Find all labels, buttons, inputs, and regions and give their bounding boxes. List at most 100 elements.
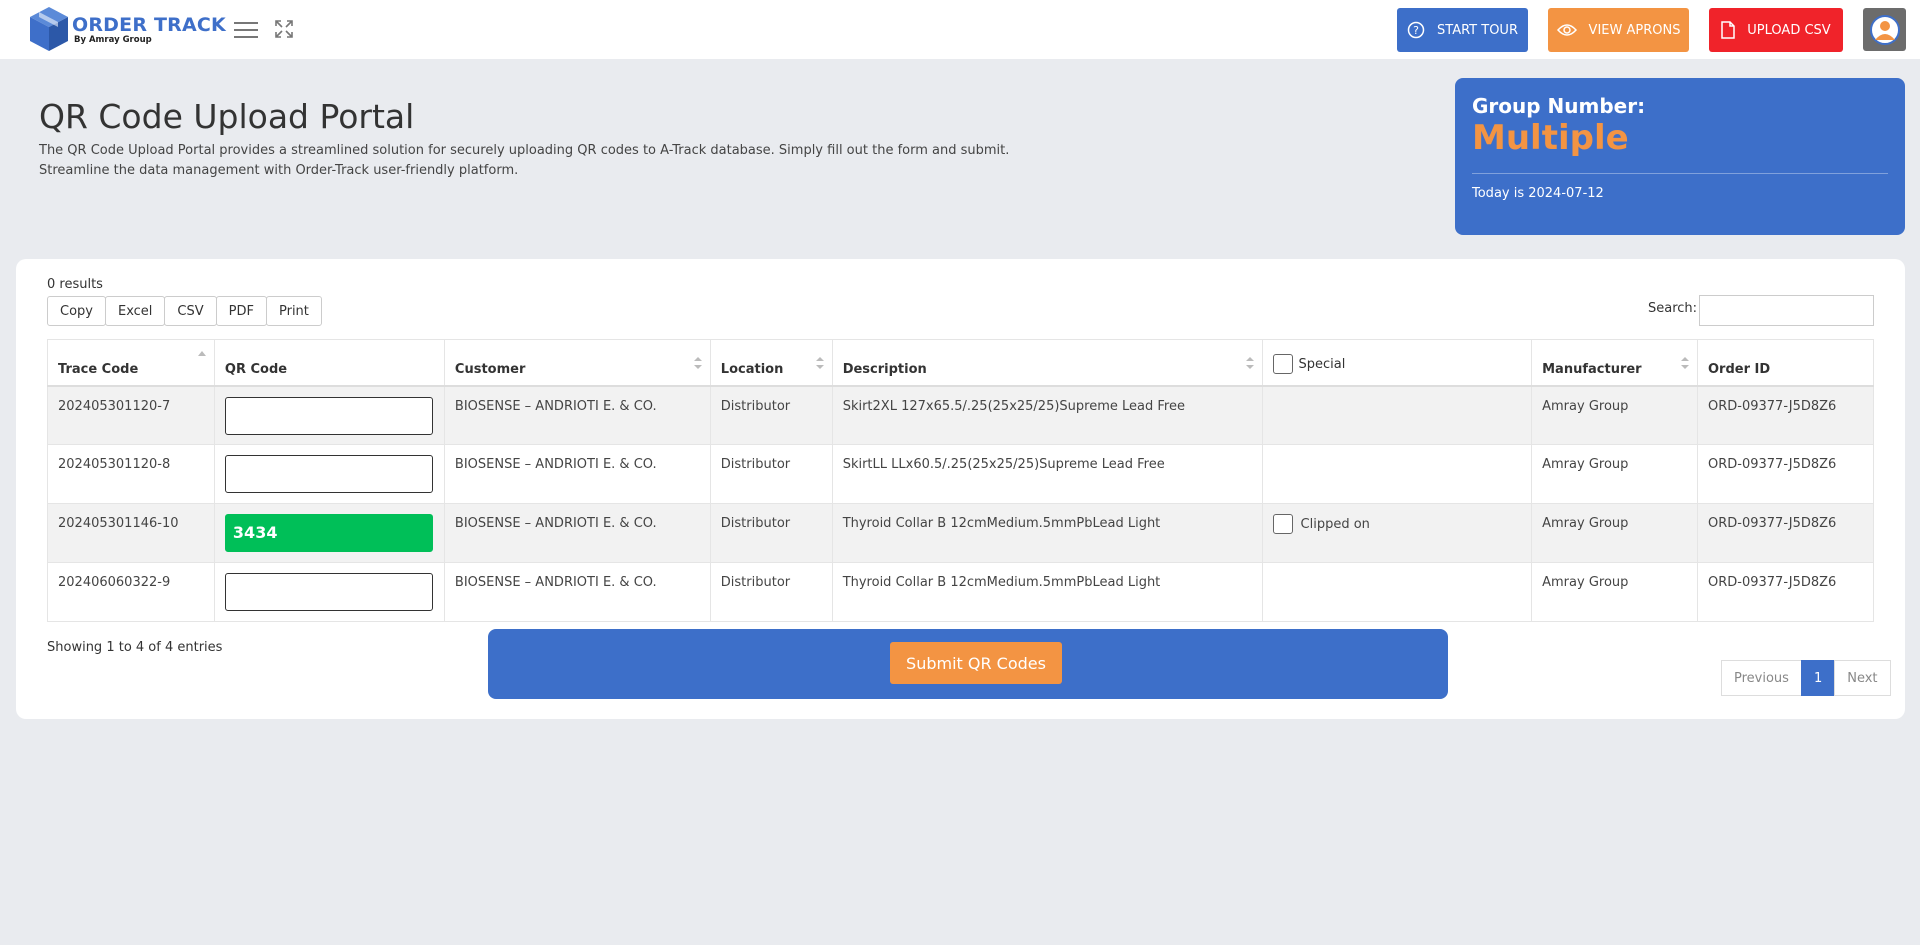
qr-table-card: 0 results Copy Excel CSV PDF Print Searc…	[16, 259, 1905, 719]
top-bar: ORDER TRACK By Amray Group ? START TOUR …	[0, 0, 1920, 59]
pagination-page-1[interactable]: 1	[1800, 660, 1836, 696]
description-cell: Thyroid Collar B 12cmMedium.5mmPbLead Li…	[831, 562, 1263, 622]
search-input[interactable]	[1699, 295, 1874, 326]
special-cell: Clipped on	[1261, 503, 1533, 563]
sort-icon	[1245, 357, 1254, 369]
user-avatar-icon	[1869, 14, 1900, 45]
column-header-qr-code: QR Code	[213, 339, 445, 387]
pagination: Previous 1 Next	[1721, 660, 1891, 696]
qr-code-input[interactable]	[224, 573, 433, 611]
sort-icon	[815, 357, 824, 369]
print-button[interactable]: Print	[265, 296, 322, 326]
page-title: QR Code Upload Portal	[39, 97, 415, 136]
qr-code-input[interactable]	[224, 455, 433, 493]
special-cell	[1261, 385, 1533, 445]
table-row: 202405301146-10 3434 BIOSENSE – ANDRIOTI…	[47, 503, 1874, 563]
order-id-cell: ORD-09377-J5D8Z6	[1697, 385, 1874, 445]
description-cell: SkirtLL LLx60.5/.25(25x25/25)Supreme Lea…	[831, 444, 1263, 504]
logo-subtitle: By Amray Group	[74, 35, 152, 45]
group-number-value: Multiple	[1472, 118, 1629, 158]
manufacturer-cell: Amray Group	[1531, 562, 1698, 622]
location-cell: Distributor	[709, 385, 833, 445]
page-description: The QR Code Upload Portal provides a str…	[39, 141, 1039, 181]
table-header-row: Trace Code QR Code Customer Location Des…	[47, 339, 1874, 387]
sort-icon	[693, 357, 702, 369]
customer-cell: BIOSENSE – ANDRIOTI E. & CO.	[443, 503, 711, 563]
table-row: 202406060322-9 BIOSENSE – ANDRIOTI E. & …	[47, 562, 1874, 622]
qr-code-cell: 3434	[213, 503, 445, 563]
order-id-cell: ORD-09377-J5D8Z6	[1697, 444, 1874, 504]
start-tour-label: START TOUR	[1437, 22, 1518, 38]
column-header-manufacturer[interactable]: Manufacturer	[1531, 339, 1698, 387]
trace-code-cell: 202405301120-7	[47, 385, 215, 445]
submit-qr-codes-button[interactable]: Submit QR Codes	[890, 642, 1062, 684]
special-select-all-checkbox[interactable]	[1272, 354, 1293, 375]
group-number-label: Group Number:	[1472, 94, 1646, 118]
today-date: Today is 2024-07-12	[1472, 186, 1604, 201]
pdf-button[interactable]: PDF	[215, 296, 267, 326]
expand-icon[interactable]	[275, 20, 293, 38]
column-header-order-id: Order ID	[1697, 339, 1874, 387]
view-aprons-label: VIEW APRONS	[1588, 22, 1681, 38]
qr-code-input[interactable]: 3434	[224, 514, 433, 552]
order-id-cell: ORD-09377-J5D8Z6	[1697, 562, 1874, 622]
logo[interactable]: ORDER TRACK By Amray Group	[28, 5, 226, 55]
copy-button[interactable]: Copy	[47, 296, 106, 326]
column-header-special: Special	[1261, 339, 1533, 387]
file-icon	[1721, 21, 1736, 39]
customer-cell: BIOSENSE – ANDRIOTI E. & CO.	[443, 385, 711, 445]
manufacturer-cell: Amray Group	[1531, 444, 1698, 504]
special-label: Clipped on	[1300, 516, 1370, 532]
sort-asc-icon	[197, 351, 206, 356]
csv-button[interactable]: CSV	[164, 296, 217, 326]
description-cell: Skirt2XL 127x65.5/.25(25x25/25)Supreme L…	[831, 385, 1263, 445]
export-buttons: Copy Excel CSV PDF Print	[47, 296, 322, 326]
description-cell: Thyroid Collar B 12cmMedium.5mmPbLead Li…	[831, 503, 1263, 563]
entries-info: Showing 1 to 4 of 4 entries	[47, 640, 223, 655]
svg-text:?: ?	[1413, 24, 1419, 37]
trace-code-cell: 202406060322-9	[47, 562, 215, 622]
customer-cell: BIOSENSE – ANDRIOTI E. & CO.	[443, 444, 711, 504]
table-row: 202405301120-8 BIOSENSE – ANDRIOTI E. & …	[47, 444, 1874, 504]
page-description-line-1: The QR Code Upload Portal provides a str…	[39, 143, 1010, 158]
excel-button[interactable]: Excel	[104, 296, 166, 326]
search-label: Search:	[1648, 301, 1698, 316]
order-id-cell: ORD-09377-J5D8Z6	[1697, 503, 1874, 563]
column-header-trace-code[interactable]: Trace Code	[47, 339, 215, 387]
upload-csv-button[interactable]: UPLOAD CSV	[1709, 8, 1843, 52]
results-count: 0 results	[47, 277, 103, 292]
question-circle-icon: ?	[1407, 21, 1425, 39]
user-avatar[interactable]	[1863, 8, 1906, 51]
page-description-line-2: Streamline the data management with Orde…	[39, 163, 519, 178]
qr-code-cell	[213, 385, 445, 445]
upload-csv-label: UPLOAD CSV	[1747, 22, 1831, 38]
customer-cell: BIOSENSE – ANDRIOTI E. & CO.	[443, 562, 711, 622]
location-cell: Distributor	[709, 562, 833, 622]
column-header-customer[interactable]: Customer	[443, 339, 711, 387]
eye-icon	[1556, 24, 1577, 36]
qr-code-cell	[213, 444, 445, 504]
pagination-previous[interactable]: Previous	[1721, 660, 1802, 696]
column-header-location[interactable]: Location	[709, 339, 833, 387]
trace-code-cell: 202405301146-10	[47, 503, 215, 563]
start-tour-button[interactable]: ? START TOUR	[1397, 8, 1528, 52]
location-cell: Distributor	[709, 444, 833, 504]
special-checkbox[interactable]	[1272, 514, 1293, 534]
group-card-divider	[1472, 173, 1888, 174]
box-logo-icon	[30, 7, 68, 51]
special-cell	[1261, 444, 1533, 504]
view-aprons-button[interactable]: VIEW APRONS	[1548, 8, 1689, 52]
location-cell: Distributor	[709, 503, 833, 563]
group-number-card: Group Number: Multiple Today is 2024-07-…	[1455, 78, 1905, 235]
manufacturer-cell: Amray Group	[1531, 503, 1698, 563]
submit-bar: Submit QR Codes	[488, 629, 1448, 699]
sort-icon	[1681, 357, 1689, 369]
table-row: 202405301120-7 BIOSENSE – ANDRIOTI E. & …	[47, 385, 1874, 445]
hamburger-icon[interactable]	[234, 21, 258, 39]
column-header-description[interactable]: Description	[831, 339, 1263, 387]
qr-code-cell	[213, 562, 445, 622]
special-cell	[1261, 562, 1533, 622]
qr-code-input[interactable]	[224, 396, 433, 435]
logo-title: ORDER TRACK	[72, 14, 226, 36]
pagination-next[interactable]: Next	[1834, 660, 1891, 696]
